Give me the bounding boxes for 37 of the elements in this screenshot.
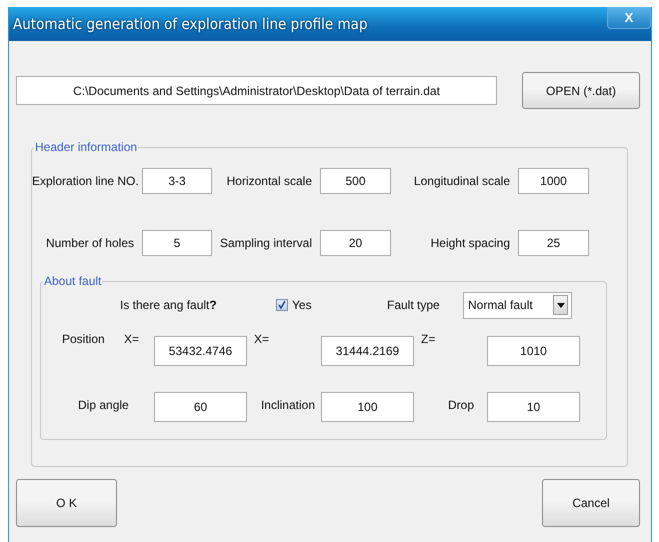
field-label: Inclination xyxy=(260,398,316,412)
input-field[interactable]: 60 xyxy=(154,392,247,422)
group-title: About fault xyxy=(43,274,102,288)
field-label: Exploration line NO. xyxy=(32,174,140,188)
field-label: Number of holes xyxy=(44,236,135,250)
file-path-field[interactable]: C:\Documents and Settings\Administrator\Desktop\Data of terrain.dat xyxy=(16,76,497,105)
checkbox-label: Yes xyxy=(292,298,312,312)
ok-button[interactable]: O K xyxy=(16,479,117,527)
field-label: Drop xyxy=(447,398,476,412)
input-field[interactable]: 20 xyxy=(320,230,391,256)
field-label: Fault type xyxy=(387,298,441,312)
field-label: Height spacing xyxy=(430,236,511,250)
input-field[interactable]: 1010 xyxy=(487,336,580,366)
field-label: Longitudinal scale xyxy=(412,174,511,188)
fault-type-dropdown[interactable]: Normal fault xyxy=(463,292,572,318)
field-label: Dip angle xyxy=(77,398,130,412)
input-field[interactable]: 500 xyxy=(320,168,391,194)
field-label: Z= xyxy=(420,332,436,348)
input-field[interactable]: 1000 xyxy=(518,168,589,194)
input-field[interactable]: 100 xyxy=(321,392,414,422)
group-title: Header information xyxy=(34,140,138,154)
checkbox[interactable] xyxy=(276,299,288,311)
input-field[interactable]: 53432.4746 xyxy=(154,336,247,366)
field-label: X= xyxy=(124,332,139,346)
input-field[interactable]: 31444.2169 xyxy=(321,336,414,366)
field-label: Sampling interval xyxy=(218,236,313,250)
input-field[interactable]: 25 xyxy=(518,230,589,256)
question-text: Is there ang fault? xyxy=(120,298,218,312)
input-field[interactable]: 10 xyxy=(487,392,580,422)
window-title: Automatic generation of exploration line profile map xyxy=(13,15,368,33)
input-field[interactable]: 5 xyxy=(142,230,212,256)
field-label: Horizontal scale xyxy=(226,174,313,188)
cancel-button[interactable]: Cancel xyxy=(542,479,640,527)
field-label: X= xyxy=(253,332,270,348)
open-button[interactable]: OPEN (*.dat) xyxy=(522,72,640,109)
field-label: Position xyxy=(62,332,105,346)
input-field[interactable]: 3-3 xyxy=(142,168,212,194)
